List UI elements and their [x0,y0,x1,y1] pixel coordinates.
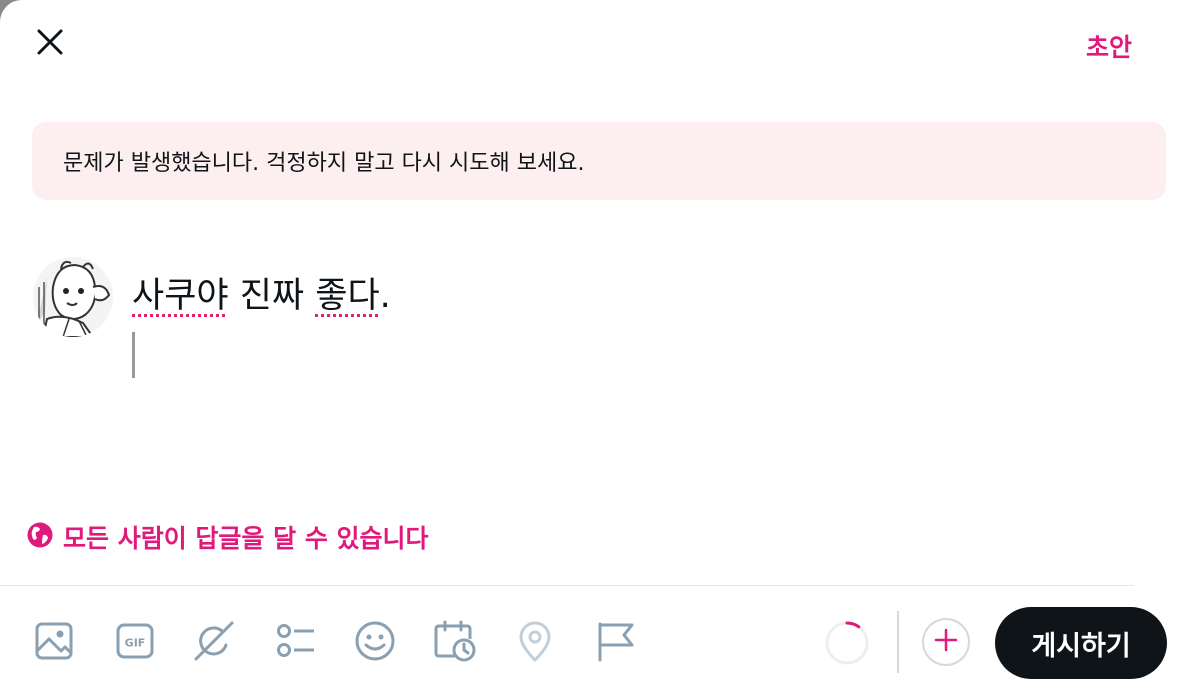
avatar[interactable] [33,257,113,337]
gif-button[interactable]: GIF [112,620,158,666]
error-banner: 문제가 발생했습니다. 걱정하지 말고 다시 시도해 보세요. [32,122,1166,200]
close-icon [36,28,64,60]
schedule-button[interactable] [432,620,478,666]
grok-button[interactable] [191,620,237,666]
poll-icon [274,620,316,666]
gif-icon: GIF [115,621,155,665]
compose-post-modal: 초안 문제가 발생했습니다. 걱정하지 말고 다시 시도해 보세요. 사쿠야 진… [0,0,1184,696]
post-text-segment: 사쿠야 [132,276,229,316]
flag-button[interactable] [592,620,638,666]
poll-button[interactable] [272,620,318,666]
toolbar-separator [897,611,899,673]
globe-icon [27,522,53,552]
post-text: 사쿠야 진짜 좋다. [132,270,1122,322]
post-text-editor[interactable]: 사쿠야 진짜 좋다. [132,270,1122,500]
image-button[interactable] [31,620,77,666]
location-button[interactable] [512,620,558,666]
flag-icon [594,620,636,666]
drafts-button[interactable]: 초안 [1086,28,1132,64]
svg-text:GIF: GIF [125,637,146,650]
plus-icon [933,627,959,657]
add-post-button[interactable] [922,618,970,666]
emoji-icon [354,620,396,666]
post-text-segment: 좋다 [315,276,380,316]
location-icon [515,620,555,666]
character-count-progress [824,620,870,666]
grok-icon [192,619,236,667]
post-text-segment: 진짜 [228,276,316,316]
schedule-icon [433,619,477,667]
emoji-button[interactable] [352,620,398,666]
post-text-segment: . [379,276,391,316]
toolbar-divider [0,585,1134,586]
post-button[interactable]: 게시하기 [995,607,1167,679]
image-icon [34,621,74,665]
reply-setting-label: 모든 사람이 답글을 달 수 있습니다 [63,524,429,553]
reply-setting-button[interactable]: 모든 사람이 답글을 달 수 있습니다 [27,519,429,555]
text-caret [132,332,135,378]
close-button[interactable] [28,22,72,66]
error-message: 문제가 발생했습니다. 걱정하지 말고 다시 시도해 보세요. [63,151,585,176]
